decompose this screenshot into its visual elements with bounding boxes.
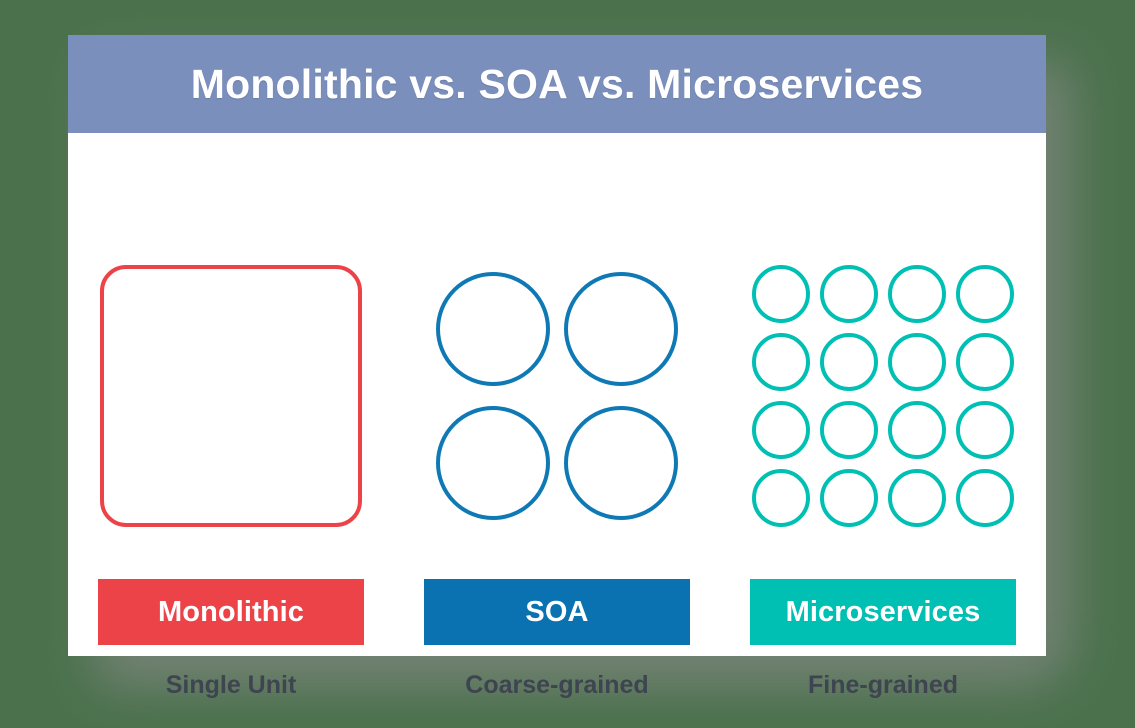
- soa-service-circle: [436, 406, 550, 520]
- label-monolithic: Monolithic: [158, 595, 304, 628]
- soa-service-circle: [436, 272, 550, 386]
- soa-service-circle: [564, 272, 678, 386]
- card-body: Monolithic Single Unit SOA Coarse-graine…: [68, 133, 1046, 699]
- microservice-circle: [752, 401, 810, 459]
- page-title: Monolithic vs. SOA vs. Microservices: [190, 60, 924, 107]
- microservice-circle: [956, 333, 1014, 391]
- microservice-circle: [956, 469, 1014, 527]
- sublabel-microservices: Fine-grained: [807, 671, 958, 699]
- microservice-circle: [820, 333, 878, 391]
- microservice-circle: [820, 469, 878, 527]
- soa-diagram: [412, 251, 702, 541]
- microservice-circle: [888, 265, 946, 323]
- microservice-circle: [820, 265, 878, 323]
- microservice-circle: [820, 401, 878, 459]
- microservices-circle-grid: [747, 260, 1019, 532]
- microservice-circle: [956, 265, 1014, 323]
- column-microservices: Microservices Fine-grained: [720, 133, 1046, 700]
- comparison-columns: Monolithic Single Unit SOA Coarse-graine…: [68, 133, 1046, 700]
- label-microservices: Microservices: [785, 595, 981, 628]
- comparison-card: Monolithic vs. SOA vs. Microservices Mon…: [68, 35, 1046, 699]
- sublabel-soa: Coarse-grained: [465, 671, 649, 699]
- microservice-circle: [888, 469, 946, 527]
- microservice-circle: [752, 265, 810, 323]
- microservice-circle: [888, 333, 946, 391]
- monolithic-diagram: [86, 251, 376, 541]
- microservice-circle: [752, 333, 810, 391]
- monolith-square-shape: [100, 265, 362, 527]
- microservices-diagram: [738, 251, 1028, 541]
- soa-service-circle: [564, 406, 678, 520]
- microservice-circle: [888, 401, 946, 459]
- microservice-circle: [956, 401, 1014, 459]
- column-monolithic: Monolithic Single Unit: [68, 133, 394, 700]
- sublabel-monolithic: Single Unit: [165, 671, 297, 699]
- label-soa: SOA: [525, 595, 589, 628]
- card-header: Monolithic vs. SOA vs. Microservices: [68, 35, 1046, 133]
- label-bar-microservices: Microservices: [750, 579, 1016, 645]
- label-bar-monolithic: Monolithic: [98, 579, 364, 645]
- microservice-circle: [752, 469, 810, 527]
- label-bar-soa: SOA: [424, 579, 690, 645]
- soa-circle-grid: [429, 262, 685, 530]
- column-soa: SOA Coarse-grained: [394, 133, 720, 700]
